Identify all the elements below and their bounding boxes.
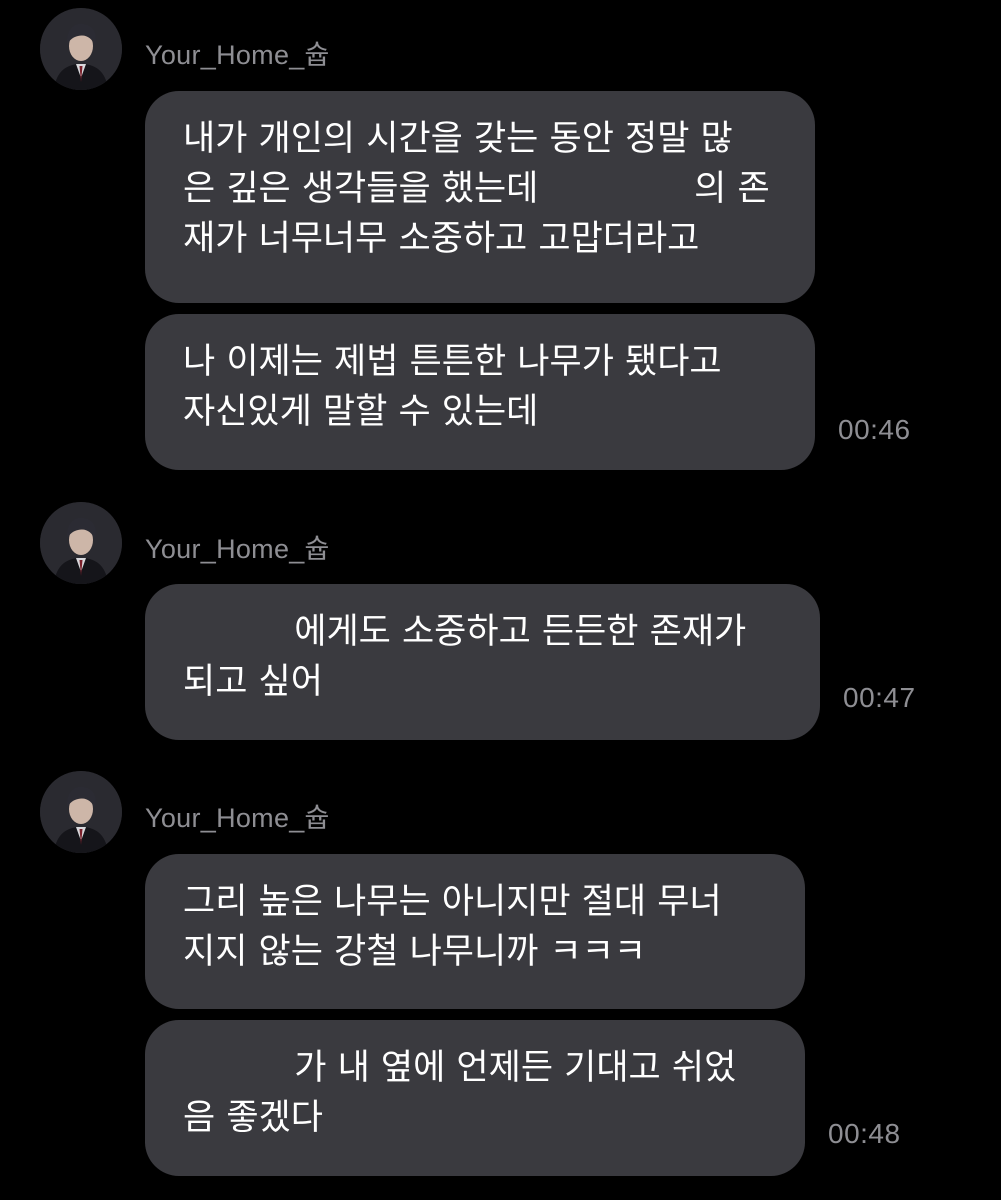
message-line: 나 이제는 제법 튼튼한 나무가 됐다고 <box>183 342 722 382</box>
message-line: 내가 개인의 시간을 갖는 동안 정말 많 <box>183 119 733 159</box>
profile-photo-icon <box>40 771 122 853</box>
message-line: 되고 싶어 <box>183 662 323 702</box>
message-timestamp: 00:46 <box>838 414 911 445</box>
message-timestamp: 00:47 <box>843 682 916 713</box>
avatar[interactable] <box>40 771 122 853</box>
message-bubble[interactable]: 가 내 옆에 언제든 기대고 쉬었 음 좋겠다 <box>145 1020 805 1176</box>
message-line: 지지 않는 강철 나무니까 ㅋㅋㅋ <box>183 932 647 972</box>
message-line: 음 좋겠다 <box>183 1098 323 1138</box>
message-bubble[interactable]: 나 이제는 제법 튼튼한 나무가 됐다고 자신있게 말할 수 있는데 <box>145 314 815 470</box>
message-line: 은 깊은 생각들을 했는데 의 존 <box>183 169 770 209</box>
message-line: 가 내 옆에 언제든 기대고 쉬었 <box>183 1048 737 1088</box>
message-line: 재가 너무너무 소중하고 고맙더라고 <box>183 219 700 259</box>
profile-photo-icon <box>40 502 122 584</box>
sender-name: Your_Home_슙 <box>145 803 330 833</box>
sender-name: Your_Home_슙 <box>145 40 330 70</box>
avatar[interactable] <box>40 8 122 90</box>
message-bubble[interactable]: 그리 높은 나무는 아니지만 절대 무너 지지 않는 강철 나무니까 ㅋㅋㅋ <box>145 854 805 1009</box>
message-timestamp: 00:48 <box>828 1118 901 1149</box>
message-line: 에게도 소중하고 든든한 존재가 <box>183 612 747 652</box>
sender-name: Your_Home_슙 <box>145 534 330 564</box>
message-bubble[interactable]: 에게도 소중하고 든든한 존재가 되고 싶어 <box>145 584 820 740</box>
message-bubble[interactable]: 내가 개인의 시간을 갖는 동안 정말 많 은 깊은 생각들을 했는데 의 존 … <box>145 91 815 303</box>
message-line: 자신있게 말할 수 있는데 <box>183 392 539 432</box>
avatar[interactable] <box>40 502 122 584</box>
profile-photo-icon <box>40 8 122 90</box>
message-line: 그리 높은 나무는 아니지만 절대 무너 <box>183 882 722 922</box>
